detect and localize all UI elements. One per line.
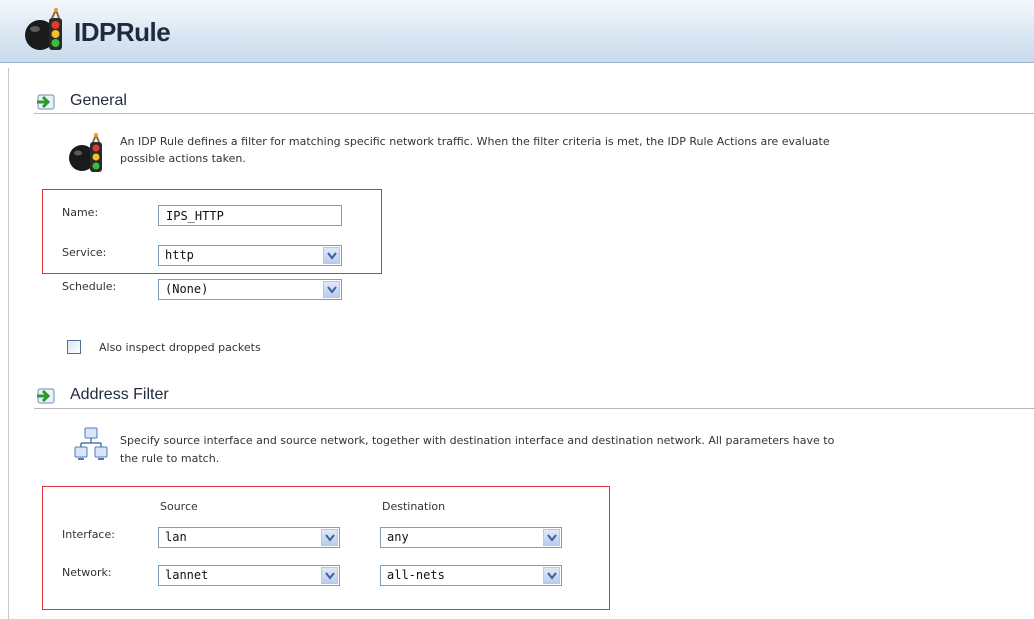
destination-interface-select[interactable]: any	[380, 527, 562, 548]
content-area: General An IDP Rule defines a filter for…	[0, 62, 1034, 619]
highlight-box-address-filter	[42, 486, 610, 610]
source-network-value: lannet	[165, 568, 209, 582]
section-address-filter-divider	[34, 408, 1034, 409]
chevron-down-icon[interactable]	[323, 281, 340, 298]
network-label: Network:	[62, 566, 112, 579]
destination-interface-value: any	[387, 530, 409, 544]
section-general-divider	[34, 113, 1034, 114]
network-computers-icon	[74, 427, 108, 463]
green-arrow-section-icon	[36, 92, 58, 112]
general-description-line2: possible actions taken.	[120, 152, 246, 165]
green-arrow-section-icon	[36, 386, 58, 406]
destination-network-value: all-nets	[387, 568, 445, 582]
source-network-select[interactable]: lannet	[158, 565, 340, 586]
section-general-header: General	[36, 90, 336, 112]
section-address-filter-title: Address Filter	[70, 386, 169, 403]
service-select[interactable]: http	[158, 245, 342, 266]
chevron-down-icon[interactable]	[321, 567, 338, 584]
content-left-border	[8, 68, 9, 619]
traffic-light-bomb-icon	[66, 132, 110, 176]
source-interface-value: lan	[165, 530, 187, 544]
service-select-value: http	[165, 248, 194, 262]
chevron-down-icon[interactable]	[543, 567, 560, 584]
source-column-header: Source	[160, 500, 198, 513]
chevron-down-icon[interactable]	[323, 247, 340, 264]
address-filter-description-line1: Specify source interface and source netw…	[120, 434, 835, 447]
traffic-light-bomb-icon	[22, 7, 70, 54]
schedule-select-value: (None)	[165, 282, 209, 296]
page-title: IDPRule	[74, 17, 171, 47]
section-general-title: General	[70, 92, 127, 109]
general-description-line1: An IDP Rule defines a filter for matchin…	[120, 135, 830, 148]
inspect-dropped-checkbox[interactable]	[67, 340, 81, 354]
inspect-dropped-label: Also inspect dropped packets	[99, 341, 261, 354]
schedule-label: Schedule:	[62, 280, 117, 293]
service-label: Service:	[62, 246, 107, 259]
section-address-filter-header: Address Filter	[36, 384, 336, 406]
name-label: Name:	[62, 206, 99, 219]
chevron-down-icon[interactable]	[543, 529, 560, 546]
destination-column-header: Destination	[382, 500, 446, 513]
name-field[interactable]: IPS_HTTP	[158, 205, 342, 226]
page-header: IDPRule	[0, 0, 1034, 63]
source-interface-select[interactable]: lan	[158, 527, 340, 548]
chevron-down-icon[interactable]	[321, 529, 338, 546]
interface-label: Interface:	[62, 528, 115, 541]
schedule-select[interactable]: (None)	[158, 279, 342, 300]
destination-network-select[interactable]: all-nets	[380, 565, 562, 586]
address-filter-description-line2: the rule to match.	[120, 452, 220, 465]
